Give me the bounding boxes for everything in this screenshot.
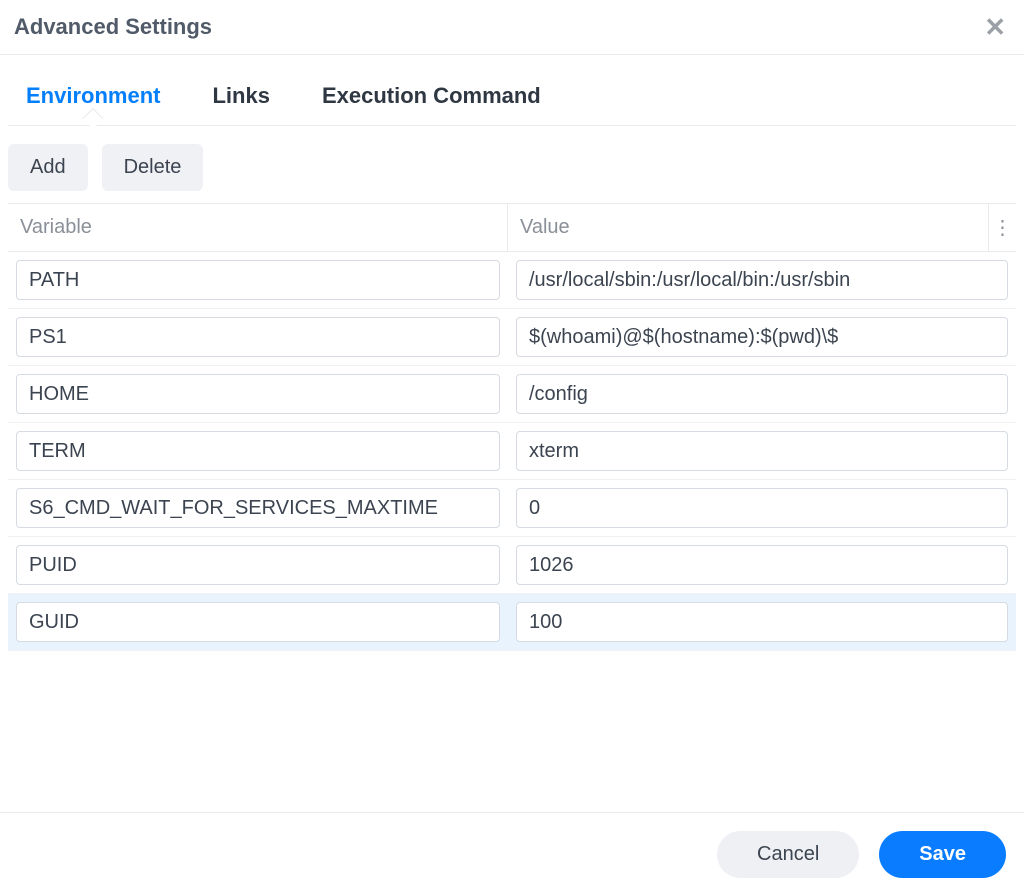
value-input[interactable]: [516, 374, 1008, 414]
save-button[interactable]: Save: [879, 831, 1006, 878]
grid-header: Variable Value ⋮: [8, 203, 1016, 252]
table-row[interactable]: [8, 309, 1016, 366]
cell-value: [508, 484, 1016, 532]
cell-variable: [8, 541, 508, 589]
cell-value: [508, 313, 1016, 361]
close-icon[interactable]: ✕: [980, 14, 1010, 40]
cell-value: [508, 427, 1016, 475]
variable-input[interactable]: [16, 317, 500, 357]
cell-variable: [8, 427, 508, 475]
cell-value: [508, 598, 1016, 646]
column-header-variable[interactable]: Variable: [8, 204, 508, 251]
table-row[interactable]: [8, 366, 1016, 423]
value-input[interactable]: [516, 545, 1008, 585]
cell-value: [508, 541, 1016, 589]
table-row[interactable]: [8, 480, 1016, 537]
delete-button[interactable]: Delete: [102, 144, 204, 191]
column-menu-icon[interactable]: ⋮: [988, 204, 1016, 251]
variable-input[interactable]: [16, 431, 500, 471]
tab-environment[interactable]: Environment: [18, 77, 168, 125]
dialog-footer: Cancel Save: [0, 812, 1024, 888]
variable-input[interactable]: [16, 260, 500, 300]
cell-value: [508, 370, 1016, 418]
table-row[interactable]: [8, 423, 1016, 480]
cell-variable: [8, 598, 508, 646]
table-row[interactable]: [8, 537, 1016, 594]
add-button[interactable]: Add: [8, 144, 88, 191]
env-grid: Variable Value ⋮: [8, 203, 1016, 812]
tab-links[interactable]: Links: [204, 77, 277, 125]
titlebar: Advanced Settings ✕: [0, 0, 1024, 55]
cancel-button[interactable]: Cancel: [717, 831, 859, 878]
value-input[interactable]: [516, 602, 1008, 642]
cell-value: [508, 256, 1016, 304]
value-input[interactable]: [516, 488, 1008, 528]
value-input[interactable]: [516, 317, 1008, 357]
dialog-title: Advanced Settings: [14, 14, 212, 40]
variable-input[interactable]: [16, 545, 500, 585]
variable-input[interactable]: [16, 602, 500, 642]
toolbar: Add Delete: [0, 126, 1024, 203]
cell-variable: [8, 484, 508, 532]
table-row[interactable]: [8, 252, 1016, 309]
column-header-value[interactable]: Value: [508, 204, 988, 251]
tab-execution-command[interactable]: Execution Command: [314, 77, 549, 125]
tab-bar: Environment Links Execution Command: [8, 55, 1016, 126]
variable-input[interactable]: [16, 374, 500, 414]
variable-input[interactable]: [16, 488, 500, 528]
advanced-settings-dialog: Advanced Settings ✕ Environment Links Exec…: [0, 0, 1024, 888]
cell-variable: [8, 313, 508, 361]
cell-variable: [8, 256, 508, 304]
table-row[interactable]: [8, 594, 1016, 651]
grid-body: [8, 252, 1016, 812]
cell-variable: [8, 370, 508, 418]
value-input[interactable]: [516, 260, 1008, 300]
value-input[interactable]: [516, 431, 1008, 471]
